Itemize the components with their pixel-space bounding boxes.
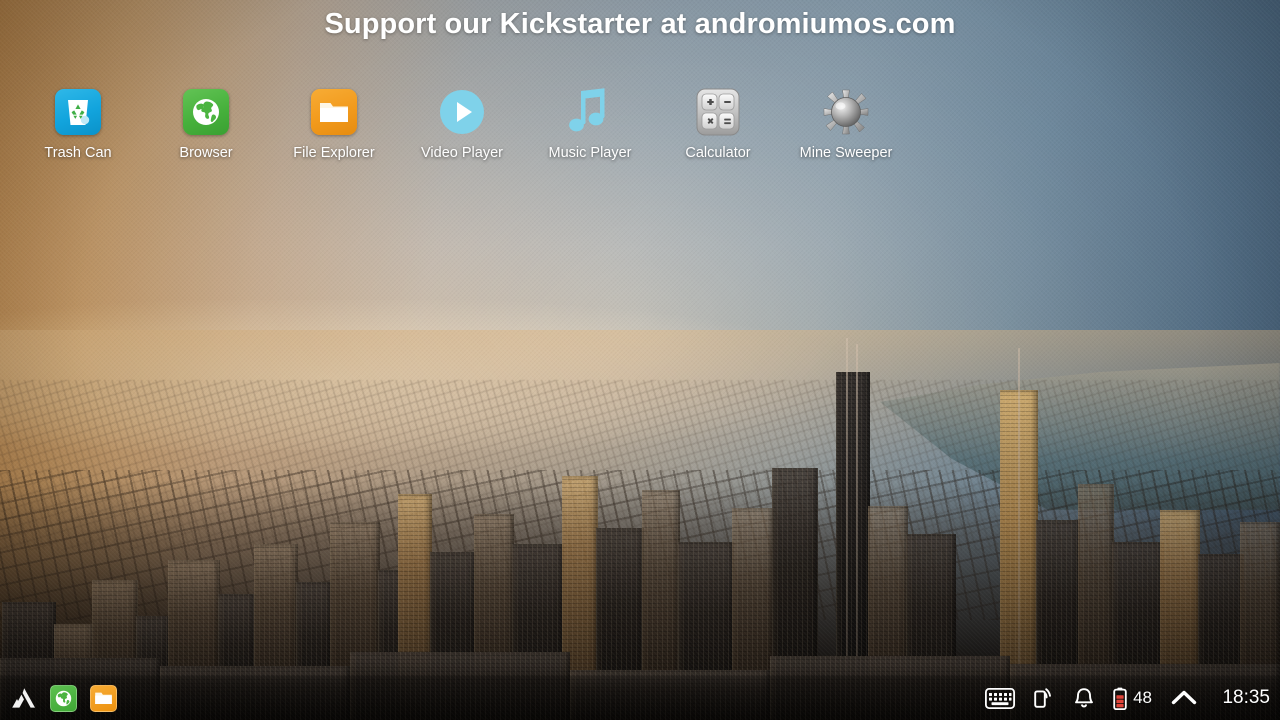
taskbar-item-browser[interactable]	[48, 683, 78, 713]
desktop-icon-calculator[interactable]: Calculator	[654, 86, 782, 161]
desktop-icon-label: Mine Sweeper	[799, 145, 893, 161]
desktop-icon-label: Music Player	[548, 145, 632, 161]
andromium-a-glyph	[11, 688, 35, 708]
desktop-icon-mine-sweeper[interactable]: Mine Sweeper	[782, 86, 910, 161]
battery-percent-label: 48	[1133, 688, 1152, 707]
calculator-icon	[692, 86, 744, 138]
desktop-icon-label: File Explorer	[293, 145, 375, 161]
tray-keyboard-button[interactable]	[985, 687, 1016, 709]
folder-icon	[94, 692, 112, 704]
taskbar-system-tray: 48 18:35	[985, 687, 1270, 710]
tray-expand-button[interactable]	[1170, 688, 1198, 708]
keyboard-icon	[985, 687, 1016, 709]
taskbar-item-file-explorer[interactable]	[88, 683, 118, 713]
globe-browser-icon	[180, 86, 232, 138]
desktop-icon-video-player[interactable]: Video Player	[398, 86, 526, 161]
trash-can-icon	[52, 86, 104, 138]
tray-cast-button[interactable]	[1033, 687, 1055, 709]
desktop-icon-label: Browser	[179, 145, 233, 161]
calculator-glyph	[696, 88, 740, 136]
recycle-bin-glyph	[68, 100, 90, 125]
desktop-icon-trash-can[interactable]: Trash Can	[14, 86, 142, 161]
desktop-icon-label: Video Player	[421, 145, 503, 161]
globe-browser-icon	[55, 690, 71, 706]
phone-signal-icon	[1034, 688, 1052, 708]
taskbar-clock[interactable]: 18:35	[1216, 687, 1270, 709]
desktop-icon-grid: Trash Can Browser File Explorer Video Pl…	[14, 86, 910, 161]
desktop-icon-music-player[interactable]: Music Player	[526, 86, 654, 161]
music-note-icon	[564, 86, 616, 138]
bell-icon	[1075, 687, 1094, 707]
folder-glyph	[320, 103, 348, 122]
mine-icon	[820, 86, 872, 138]
beamed-note-glyph	[569, 88, 605, 132]
tray-notifications-button[interactable]	[1073, 687, 1095, 710]
globe-glyph	[193, 99, 219, 125]
desktop-icon-label: Trash Can	[44, 145, 112, 161]
tray-battery-status[interactable]: 48	[1113, 687, 1152, 710]
andromium-logo-icon[interactable]	[8, 683, 38, 713]
play-circle-glyph	[440, 90, 484, 134]
folder-icon	[308, 86, 360, 138]
desktop-icon-browser[interactable]: Browser	[142, 86, 270, 161]
desktop-icon-label: Calculator	[685, 145, 751, 161]
play-circle-icon	[436, 86, 488, 138]
battery-icon	[1113, 687, 1127, 710]
kickstarter-banner: Support our Kickstarter at andromiumos.c…	[324, 8, 956, 40]
taskbar: 48 18:35	[0, 676, 1280, 720]
desktop-icon-file-explorer[interactable]: File Explorer	[270, 86, 398, 161]
naval-mine-glyph	[823, 89, 869, 135]
desktop[interactable]: Support our Kickstarter at andromiumos.c…	[0, 0, 1280, 720]
taskbar-left	[8, 683, 118, 713]
chevron-up-icon	[1171, 690, 1197, 705]
